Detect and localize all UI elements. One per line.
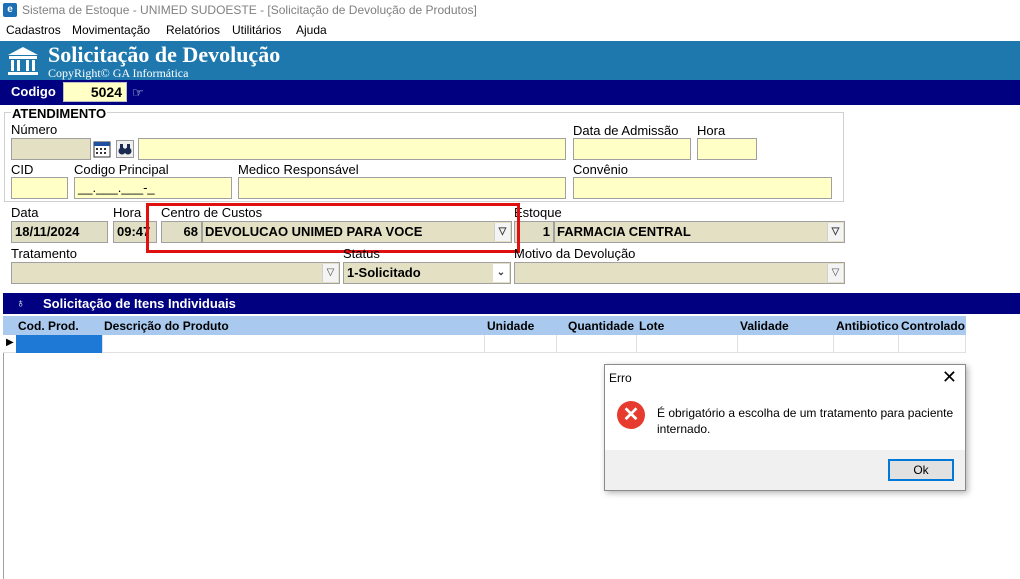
motivo-select[interactable]: ▽: [514, 262, 845, 284]
status-value: 1-Solicitado: [347, 265, 421, 280]
col-antibiotico[interactable]: Antibiotico: [836, 319, 899, 333]
numero-field[interactable]: [11, 138, 91, 160]
building-icon: [8, 47, 38, 75]
col-descricao[interactable]: Descrição do Produto: [104, 319, 229, 333]
codigo-label: Codigo: [11, 84, 56, 99]
codigo-principal-field[interactable]: __.___.___-_: [74, 177, 232, 199]
codigo-field[interactable]: 5024: [63, 82, 127, 102]
items-section-header: ♁ Solicitação de Itens Individuais: [3, 293, 1020, 314]
medico-label: Medico Responsável: [238, 162, 359, 177]
hora-label: Hora: [113, 205, 142, 220]
menu-ajuda[interactable]: Ajuda: [296, 23, 327, 37]
estoque-label: Estoque: [514, 205, 562, 220]
dialog-message: É obrigatório a escolha de um tratamento…: [657, 406, 954, 436]
error-dialog: Erro ✕ ✕ É obrigatório a escolha de um t…: [604, 364, 966, 491]
convenio-field[interactable]: [573, 177, 832, 199]
copyright-text: CopyRight© GA Informática: [48, 66, 189, 80]
col-lote[interactable]: Lote: [639, 319, 664, 333]
error-icon: ✕: [617, 401, 645, 429]
hora-admissao-label: Hora: [697, 123, 726, 138]
code-bar: Codigo 5024 ☞: [0, 80, 1020, 105]
chevron-down-icon[interactable]: ⌄: [493, 264, 509, 282]
col-quantidade[interactable]: Quantidade: [568, 319, 634, 333]
estoque-value: FARMACIA CENTRAL: [557, 224, 691, 239]
menu-utilitarios[interactable]: Utilitários: [232, 23, 281, 37]
page-title: Solicitação de Devolução: [48, 42, 281, 67]
estoque-select[interactable]: FARMACIA CENTRAL ▽: [554, 221, 845, 243]
status-select[interactable]: 1-Solicitado ⌄: [343, 262, 511, 284]
numero-label: Número: [11, 122, 58, 137]
highlight-box: [146, 203, 520, 253]
window-title: Sistema de Estoque - UNIMED SUDOESTE - […: [22, 3, 477, 17]
convenio-label: Convênio: [573, 162, 628, 177]
col-cod-prod[interactable]: Cod. Prod.: [18, 319, 79, 333]
row-indicator-icon: ▶: [6, 337, 14, 348]
items-grid-header: Cod. Prod. Descrição do Produto Unidade …: [3, 316, 966, 335]
selected-cell[interactable]: [16, 335, 102, 353]
motivo-label: Motivo da Devolução: [514, 246, 636, 261]
dialog-footer: Ok: [605, 450, 965, 490]
menu-movimentacao[interactable]: Movimentação: [72, 23, 150, 37]
flask-icon: ♁: [16, 296, 25, 310]
chevron-down-icon[interactable]: ▽: [827, 264, 843, 282]
chevron-down-icon[interactable]: ▽: [827, 223, 843, 241]
data-admissao-label: Data de Admissão: [573, 123, 679, 138]
tratamento-label: Tratamento: [11, 246, 77, 261]
medico-field[interactable]: [238, 177, 566, 199]
atendimento-group-label: ATENDIMENTO: [11, 106, 108, 121]
table-row[interactable]: ▶: [3, 335, 966, 353]
status-label: Status: [343, 246, 380, 261]
tratamento-select[interactable]: ▽: [11, 262, 340, 284]
col-controlado[interactable]: Controlado: [901, 319, 965, 333]
calendar-icon[interactable]: [93, 140, 111, 158]
cid-field[interactable]: [11, 177, 68, 199]
pointing-hand-icon[interactable]: ☞: [132, 85, 144, 101]
ok-button[interactable]: Ok: [888, 459, 954, 481]
items-section-title: Solicitação de Itens Individuais: [43, 296, 236, 311]
app-icon: e: [3, 3, 17, 17]
hora-admissao-field[interactable]: [697, 138, 757, 160]
dialog-title: Erro: [609, 371, 632, 385]
binoculars-icon[interactable]: [116, 140, 134, 158]
data-admissao-field[interactable]: [573, 138, 691, 160]
chevron-down-icon[interactable]: ▽: [322, 264, 338, 282]
data-field[interactable]: 18/11/2024: [11, 221, 108, 243]
col-unidade[interactable]: Unidade: [487, 319, 534, 333]
patient-name-field[interactable]: [138, 138, 566, 160]
close-icon[interactable]: ✕: [942, 367, 957, 388]
menu-relatorios[interactable]: Relatórios: [166, 23, 220, 37]
estoque-code-field[interactable]: 1: [514, 221, 554, 243]
cid-label: CID: [11, 162, 34, 177]
window-titlebar: e Sistema de Estoque - UNIMED SUDOESTE -…: [0, 0, 1020, 20]
menu-cadastros[interactable]: Cadastros: [6, 23, 61, 37]
codigo-principal-label: Codigo Principal: [74, 162, 169, 177]
data-label: Data: [11, 205, 39, 220]
menu-bar: Cadastros Movimentação Relatórios Utilit…: [0, 21, 1020, 40]
form-header: Solicitação de Devolução CopyRight© GA I…: [0, 41, 1020, 80]
col-validade[interactable]: Validade: [740, 319, 789, 333]
